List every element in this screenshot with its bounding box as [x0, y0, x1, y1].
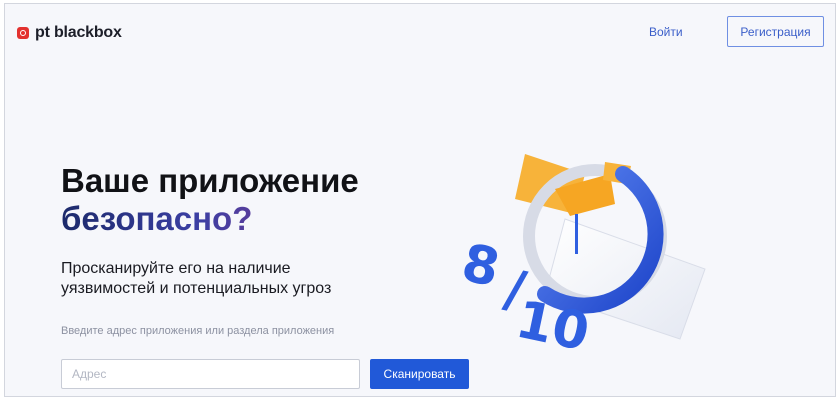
brand-name: pt blackbox [35, 24, 122, 41]
address-hint: Введите адрес приложения или раздела при… [61, 325, 335, 337]
pt-logo-icon [17, 27, 29, 39]
hero-subtitle-line1: Просканируйте его на наличие [61, 260, 291, 277]
hero-title: Ваше приложение безопасно? [61, 162, 359, 238]
address-input[interactable] [61, 359, 360, 389]
hero-subtitle: Просканируйте его на наличие уязвимостей… [61, 259, 391, 299]
login-link[interactable]: Войти [649, 25, 683, 39]
register-button[interactable]: Регистрация [727, 16, 824, 47]
score-numerator: 8 [457, 233, 505, 299]
hero-subtitle-line2: уязвимостей и потенциальных угроз [61, 280, 332, 297]
page-frame: pt blackbox Войти Регистрация Ваше прило… [4, 3, 836, 397]
brand-logo[interactable]: pt blackbox [17, 24, 122, 42]
hero-title-line1: Ваше приложение [61, 162, 359, 199]
hero-title-line2: безопасно? [61, 200, 359, 238]
security-score-illustration: 8 / 10 [457, 154, 706, 363]
score-needle [575, 214, 578, 254]
